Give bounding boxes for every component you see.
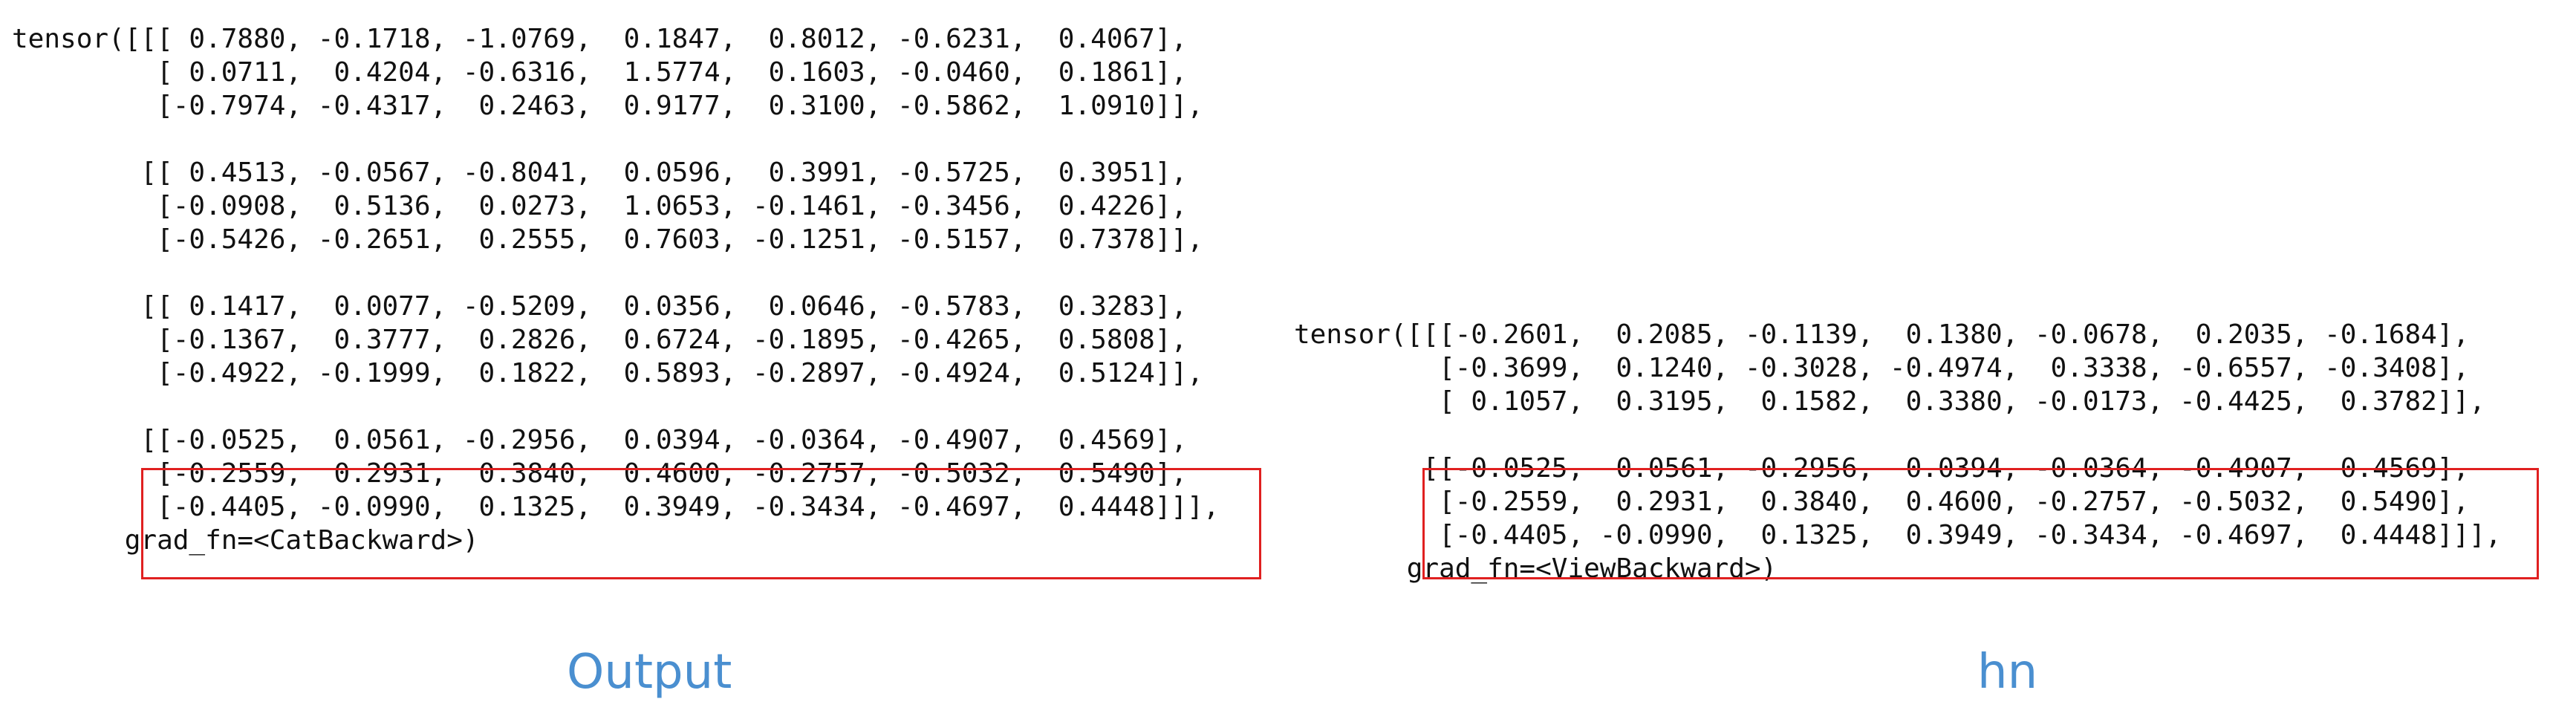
tensor-line: tensor([[[-0.2601, 0.2085, -0.1139, 0.13… [1294, 319, 2470, 350]
tensor-line: [-0.5426, -0.2651, 0.2555, 0.7603, -0.12… [12, 224, 1203, 255]
hn-last-block-highlight [1422, 468, 2539, 579]
tensor-line: [-0.4922, -0.1999, 0.1822, 0.5893, -0.28… [12, 358, 1203, 388]
tensor-line [12, 123, 1220, 156]
tensor-line: [-0.7974, -0.4317, 0.2463, 0.9177, 0.310… [12, 91, 1203, 121]
tensor-line: [ 0.1057, 0.3195, 0.1582, 0.3380, -0.017… [1294, 386, 2485, 417]
tensor-line: tensor([[[ 0.7880, -0.1718, -1.0769, 0.1… [12, 24, 1188, 54]
output-last-block-highlight [141, 468, 1261, 579]
tensor-line: [-0.1367, 0.3777, 0.2826, 0.6724, -0.189… [12, 325, 1188, 355]
tensor-line: [ 0.0711, 0.4204, -0.6316, 1.5774, 0.160… [12, 57, 1188, 88]
tensor-line: [-0.0908, 0.5136, 0.0273, 1.0653, -0.146… [12, 191, 1188, 221]
tensor-line: [[ 0.1417, 0.0077, -0.5209, 0.0356, 0.06… [12, 291, 1188, 322]
tensor-line: [-0.3699, 0.1240, -0.3028, -0.4974, 0.33… [1294, 353, 2470, 383]
tensor-line [12, 390, 1220, 423]
tensor-line: [[-0.0525, 0.0561, -0.2956, 0.0394, -0.0… [12, 425, 1188, 455]
tensor-line [12, 256, 1220, 290]
hn-caption: hn [1977, 645, 2038, 700]
tensor-line [1294, 418, 2502, 452]
output-caption: Output [567, 645, 732, 700]
tensor-line: [[ 0.4513, -0.0567, -0.8041, 0.0596, 0.3… [12, 157, 1188, 188]
